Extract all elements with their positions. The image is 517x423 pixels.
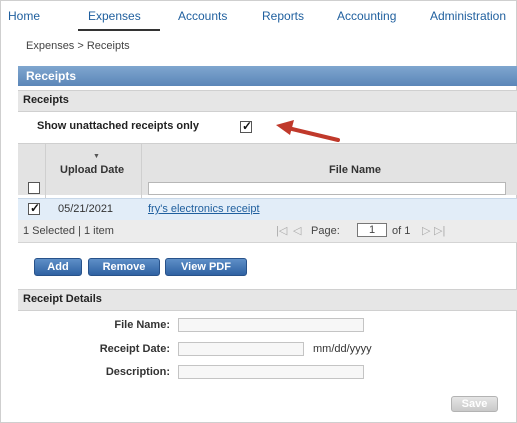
grid-pager: 1 Selected | 1 item |◁ ◁ Page: 1 of 1 ▷ … [18, 220, 517, 243]
page-total: of 1 [392, 225, 411, 237]
selection-summary: 1 Selected | 1 item [23, 225, 114, 237]
breadcrumb: Expenses > Receipts [26, 40, 130, 52]
column-file-name[interactable]: File Name [329, 164, 381, 176]
remove-button[interactable]: Remove [88, 258, 160, 276]
next-page-icon[interactable]: ▷ [422, 224, 430, 237]
receipt-date-field[interactable] [178, 342, 304, 356]
view-pdf-button[interactable]: View PDF [165, 258, 247, 276]
tab-expenses[interactable]: Expenses [88, 9, 141, 23]
page-label: Page: [311, 225, 340, 237]
sort-indicator-icon: ▼ [93, 153, 100, 160]
check-icon: ✓ [242, 119, 253, 133]
save-button[interactable]: Save [451, 396, 498, 412]
top-nav: Home Expenses Accounts Reports Accountin… [0, 0, 517, 28]
last-page-icon[interactable]: ▷| [434, 224, 445, 237]
receipt-details-header: Receipt Details [18, 289, 517, 311]
file-name-label: File Name: [114, 319, 170, 331]
add-button[interactable]: Add [34, 258, 82, 276]
receipts-section-title: Receipts [23, 94, 69, 106]
active-tab-underline [78, 29, 160, 31]
unattached-filter-label: Show unattached receipts only [37, 120, 199, 132]
check-icon: ✓ [30, 201, 41, 215]
tab-reports[interactable]: Reports [262, 9, 304, 23]
description-field[interactable] [178, 365, 364, 379]
select-all-checkbox[interactable] [28, 182, 40, 194]
date-format-hint: mm/dd/yyyy [313, 343, 372, 355]
first-page-icon[interactable]: |◁ [276, 224, 287, 237]
receipts-section-header: Receipts [18, 90, 517, 112]
tab-administration[interactable]: Administration [430, 9, 506, 23]
panel-title-bar: Receipts [18, 66, 517, 86]
prev-page-icon[interactable]: ◁ [293, 224, 301, 237]
description-label: Description: [105, 366, 170, 378]
panel-title: Receipts [26, 69, 77, 83]
tab-home[interactable]: Home [8, 9, 40, 23]
tab-accounting[interactable]: Accounting [337, 9, 396, 23]
receipt-date-label: Receipt Date: [99, 343, 170, 355]
table-row[interactable]: 05/21/2021 fry's electronics receipt [18, 198, 517, 221]
file-name-field[interactable] [178, 318, 364, 332]
row-file-name-link[interactable]: fry's electronics receipt [148, 203, 260, 215]
row-upload-date: 05/21/2021 [58, 203, 114, 215]
receipt-details-title: Receipt Details [23, 293, 102, 305]
file-name-filter-input[interactable] [148, 182, 506, 195]
tab-accounts[interactable]: Accounts [178, 9, 227, 23]
column-upload-date[interactable]: Upload Date [60, 164, 124, 176]
unattached-filter-checkbox[interactable]: ✓ [240, 119, 253, 133]
page-number-input[interactable]: 1 [357, 223, 387, 237]
row-checkbox[interactable]: ✓ [28, 201, 41, 215]
